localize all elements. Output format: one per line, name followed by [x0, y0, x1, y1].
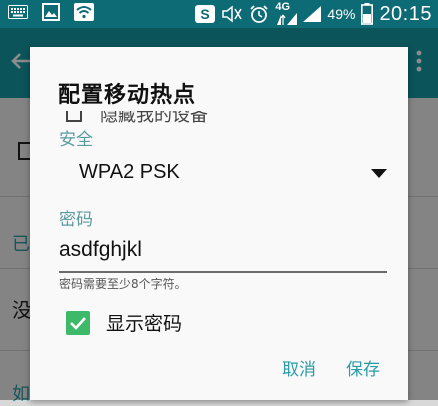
cancel-button[interactable]: 取消	[282, 355, 316, 380]
clock: 20:15	[379, 2, 432, 25]
image-icon	[42, 3, 60, 21]
status-bar: S 4G 49% 20:15	[0, 0, 438, 28]
password-hint: 密码需要至少8个字符。	[59, 277, 187, 291]
password-input[interactable]	[59, 233, 387, 273]
silent-icon	[221, 5, 243, 23]
save-button[interactable]: 保存	[346, 355, 380, 380]
password-label: 密码	[59, 210, 93, 230]
show-password-label: 显示密码	[106, 313, 183, 335]
signal-icon: 4G	[275, 0, 298, 27]
battery-icon	[361, 3, 374, 25]
network-type: 4G	[275, 0, 291, 13]
signal-bars-icon	[303, 6, 322, 22]
show-password-row[interactable]: 显示密码	[66, 309, 182, 336]
dropdown-arrow-icon	[371, 169, 387, 178]
dialog-actions: 取消 保存	[282, 355, 380, 380]
dialog-title: 配置移动热点	[58, 83, 197, 108]
wifi-icon	[74, 3, 94, 21]
alarm-icon	[249, 4, 269, 24]
keyboard-icon	[8, 5, 28, 19]
security-label: 安全	[59, 130, 93, 150]
security-select[interactable]: WPA2 PSK	[59, 155, 387, 191]
show-password-checkbox[interactable]	[66, 310, 90, 335]
svg-text:S: S	[201, 6, 210, 22]
status-right-icons: S 4G 49% 20:15	[195, 0, 432, 28]
security-value: WPA2 PSK	[79, 161, 180, 183]
hotspot-config-dialog: 配置移动热点 隐藏我的设备 安全 WPA2 PSK 密码 密码需要至少8个字符。…	[30, 47, 408, 400]
hide-device-checkbox[interactable]	[66, 111, 82, 122]
s-app-icon: S	[195, 5, 216, 23]
status-left-icons	[8, 3, 94, 21]
battery-percent: 49%	[327, 6, 356, 22]
hide-device-label: 隐藏我的设备	[100, 111, 208, 126]
checkmark-icon	[70, 316, 86, 330]
